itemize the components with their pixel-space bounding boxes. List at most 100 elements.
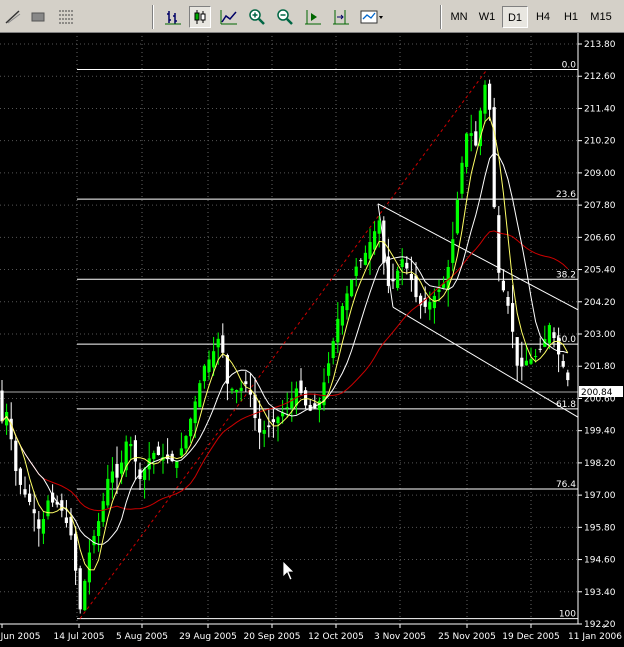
candle-body [78,568,82,610]
candle-body [373,231,377,250]
candle-body [488,83,492,110]
candle-body [497,215,501,273]
moving-averages [1,115,569,571]
date-label: 25 Nov 2005 [438,632,496,642]
candle-body [207,359,211,372]
candle-body [511,303,515,332]
candle-body [129,444,133,447]
candle-body [340,306,344,326]
price-label: 206.60 [584,233,616,243]
chart-canvas[interactable]: 0.023.638.250.061.876.4100 213.80212.602… [0,33,624,647]
candle-body [405,262,409,269]
candle-body [327,363,331,376]
candlestick-chart-icon[interactable] [189,6,211,28]
candle-body [368,242,372,259]
candle-body [74,533,78,571]
candle-body [414,275,418,298]
price-label: 213.80 [584,40,616,50]
date-label: 2 Jun 2005 [0,632,40,642]
candle-body [506,296,510,306]
price-label: 195.80 [584,523,616,533]
candle-body [152,452,156,459]
zoom-in-icon[interactable] [246,6,268,28]
price-axis: 213.80 212.60 211.40 210.20 209.00 207.80 206.… [577,33,623,630]
price-label: 210.20 [584,137,616,147]
date-label: 12 Oct 2005 [308,632,364,642]
chart-grid [0,36,578,625]
candle-body [515,337,519,366]
timeframe-w1[interactable]: W1 [474,6,500,28]
candle-body [189,418,193,437]
candle-body [230,388,234,391]
candle-body [41,519,45,534]
candle-body [271,419,275,423]
price-label: 199.40 [584,427,616,437]
date-label: 14 Jul 2005 [54,632,105,642]
chart-toolbar: MN W1 D1 H4 H1 M15 [0,0,624,33]
price-label: 212.60 [584,72,616,82]
rectangle-icon[interactable] [27,6,49,28]
price-label: 211.40 [584,104,616,114]
fibonacci-retracement: 0.023.638.250.061.876.4100 [0,61,578,620]
mouse-cursor [282,560,295,581]
timeframe-h1[interactable]: H1 [558,6,584,28]
timeframe-m15[interactable]: M15 [586,6,616,28]
candle-body [501,280,505,291]
zoom-out-icon[interactable] [274,6,296,28]
candle-body [317,400,321,411]
price-label: 205.40 [584,266,616,276]
candle-body [97,521,101,536]
candlesticks [0,79,570,614]
candle-body [451,239,455,263]
price-label: 201.80 [584,362,616,372]
candle-body [115,463,119,478]
candle-body [110,471,114,483]
candle-body [184,436,188,449]
candle-body [492,107,496,208]
line-chart-icon[interactable] [218,6,240,28]
candle-body [455,200,459,234]
candle-body [396,270,400,288]
price-label: 197.00 [584,491,616,501]
timeframe-d1[interactable]: D1 [502,6,528,28]
candle-body [331,341,335,359]
auto-scroll-icon[interactable] [302,6,324,28]
candle-body [566,372,570,381]
candle-body [520,357,524,367]
candle-body [465,133,469,167]
candle-body [101,501,105,522]
price-label: 204.20 [584,298,616,308]
candle-body [120,462,124,474]
fib-level-label: 100 [559,610,576,620]
candle-body [391,278,395,282]
candle-body [354,266,358,276]
candle-body [37,519,41,529]
candle-body [216,338,220,348]
candle-body [469,133,473,136]
timeframe-h4[interactable]: H4 [530,6,556,28]
price-chart[interactable]: 0.0 23.6 38.2 50.0 61.8 76.4 100 213.80 212.60 2… [0,33,624,647]
candle-body [258,418,262,433]
chart-shift-icon[interactable] [330,6,352,28]
candle-body [474,131,478,146]
candle-body [235,390,239,392]
candle-body [285,407,289,409]
candle-body [198,383,202,408]
bar-chart-icon[interactable] [162,6,184,28]
candle-body [534,356,538,358]
date-label: 29 Aug 2005 [179,632,237,642]
fibonacci-icon[interactable] [55,6,77,28]
candle-body [350,279,354,297]
indicators-dropdown-icon[interactable] [358,6,386,28]
candle-body [18,468,22,485]
candle-body [92,535,96,546]
fib-level-label: 76.4 [556,480,576,490]
candle-body [483,84,487,114]
timeframe-mn[interactable]: MN [446,6,472,28]
candle-body [377,220,381,234]
fib-level-label: 61.8 [556,400,576,410]
channel-edge-line [377,203,394,308]
candle-body [529,359,533,364]
candle-body [299,380,303,394]
line-study-icon[interactable] [2,6,24,28]
